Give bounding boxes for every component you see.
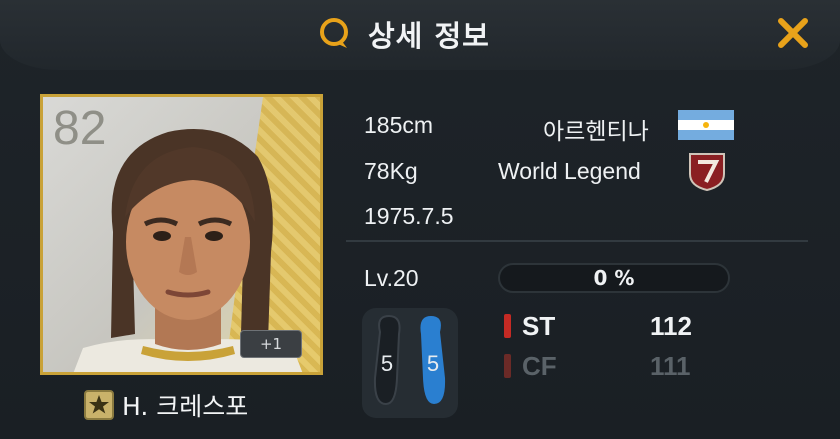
position-cf: CF <box>522 351 557 381</box>
title-group: 상세 정보 <box>316 10 490 58</box>
world-legend-badge-icon <box>689 153 725 192</box>
player-detail-panel: 상세 정보 82 +1 H. 크레스포 185cm 78Kg 1975.7.5 … <box>0 0 840 439</box>
argentina-flag-icon <box>678 110 734 140</box>
position-cf-rating: 111 <box>650 351 691 381</box>
exp-progress-bar: 0 % <box>498 263 730 293</box>
weight-value: 78Kg <box>364 158 418 184</box>
position-marker-st <box>504 314 511 338</box>
player-card: 82 +1 <box>40 94 323 375</box>
feet-icon: 5 5 <box>373 314 446 406</box>
search-chat-icon <box>320 18 348 48</box>
progress-text: 0 % <box>593 266 635 290</box>
position-st-rating: 112 <box>650 311 692 341</box>
foot-ability-panel: 5 5 <box>362 308 458 418</box>
header-bar: 상세 정보 <box>0 0 840 70</box>
plus-level-badge: +1 <box>240 330 302 358</box>
player-name-row: H. 크레스포 <box>84 387 248 423</box>
nationality-value: 아르헨티나 <box>543 118 649 144</box>
right-foot-value: 5 <box>427 351 439 376</box>
player-name: H. 크레스포 <box>122 392 249 421</box>
close-icon[interactable] <box>776 16 810 50</box>
left-foot-value: 5 <box>381 351 393 376</box>
page-title: 상세 정보 <box>368 19 490 53</box>
star-icon <box>84 390 114 420</box>
birthdate-value: 1975.7.5 <box>364 203 454 229</box>
position-marker-cf <box>504 354 511 378</box>
level-value: Lv.20 <box>364 265 419 291</box>
position-st: ST <box>522 311 556 341</box>
section-divider <box>346 240 808 242</box>
height-value: 185cm <box>364 112 434 138</box>
season-label: World Legend <box>498 158 641 184</box>
